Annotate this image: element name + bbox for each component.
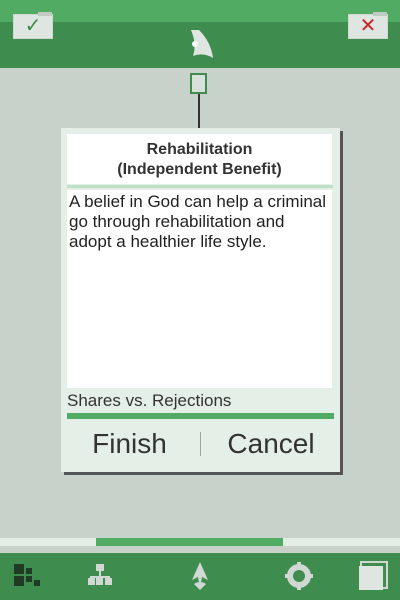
layout-icon[interactable] [12,560,44,592]
status-strip [0,0,400,22]
dialog-title-line2: (Independent Benefit) [117,161,282,178]
app-logo-icon[interactable] [187,28,215,62]
title-divider [67,185,333,188]
dialog-body-text[interactable]: A belief in God can help a criminal go t… [67,190,332,388]
cancel-button[interactable]: Cancel [209,423,333,465]
button-separator [200,432,201,456]
shares-bar [67,413,334,419]
settings-icon[interactable] [283,560,315,592]
dialog-title-line1: Rehabilitation [146,141,253,158]
argument-dialog: Rehabilitation (Independent Benefit) A b… [61,128,340,472]
window-icon[interactable] [357,560,389,592]
tree-node[interactable] [190,73,207,94]
hierarchy-icon[interactable] [84,560,116,592]
accept-button[interactable]: ✓ [14,12,52,38]
dialog-title: Rehabilitation (Independent Benefit) [67,134,332,184]
bottom-nav [0,553,400,600]
x-icon: ✕ [359,15,377,37]
bottom-progress-bar [96,538,283,546]
logo-icon[interactable] [184,560,216,592]
shares-label: Shares vs. Rejections [67,391,232,410]
reject-button[interactable]: ✕ [349,12,387,38]
dialog-button-row: Finish Cancel [67,423,333,465]
finish-button[interactable]: Finish [67,423,192,465]
tree-connector [198,94,200,130]
checkmark-icon: ✓ [24,15,42,37]
